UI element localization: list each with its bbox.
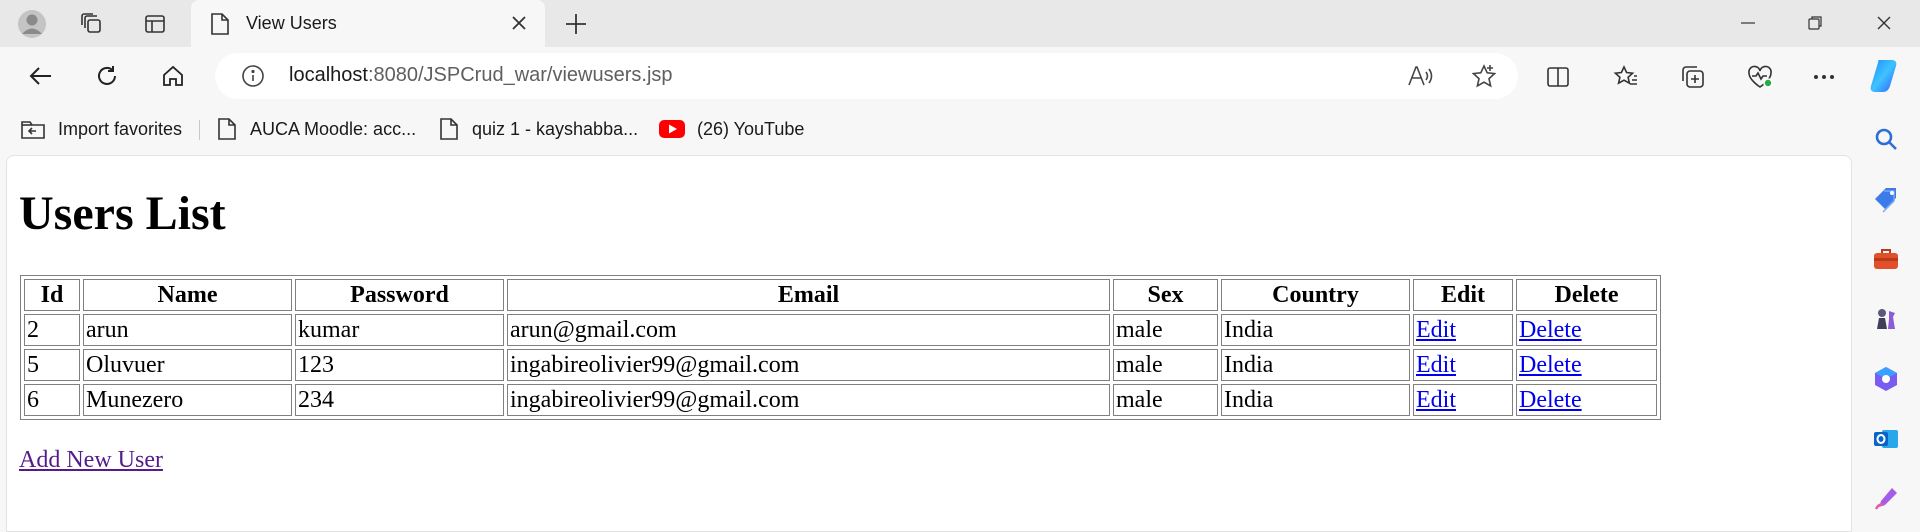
- copilot-icon[interactable]: [1866, 56, 1906, 96]
- cell-id: 2: [24, 314, 80, 346]
- column-header-country: Country: [1221, 279, 1410, 311]
- refresh-icon[interactable]: [88, 57, 126, 95]
- tools-briefcase-icon[interactable]: [1870, 243, 1902, 275]
- page-icon: [440, 118, 458, 140]
- bookmark-import-favorites[interactable]: Import favorites: [20, 114, 182, 144]
- home-icon[interactable]: [154, 57, 192, 95]
- cell-name: Oluvuer: [83, 349, 292, 381]
- delete-link[interactable]: Delete: [1519, 352, 1582, 378]
- cell-id: 5: [24, 349, 80, 381]
- edit-link[interactable]: Edit: [1416, 387, 1456, 413]
- column-header-email: Email: [507, 279, 1110, 311]
- column-header-name: Name: [83, 279, 292, 311]
- favorites-bar: Import favorites AUCA Moodle: acc... qui…: [0, 105, 1920, 152]
- vertical-tabs-icon[interactable]: [137, 6, 173, 42]
- bookmark-label: (26) YouTube: [697, 118, 805, 139]
- microsoft-365-icon[interactable]: [1870, 363, 1902, 395]
- bookmark-quiz-1[interactable]: quiz 1 - kayshabba...: [438, 114, 638, 144]
- bookmark-label: quiz 1 - kayshabba...: [472, 118, 639, 139]
- cell-delete: Delete: [1516, 349, 1657, 381]
- column-header-id: Id: [24, 279, 80, 311]
- page-icon: [218, 118, 236, 140]
- browser-essentials-icon[interactable]: [1746, 64, 1774, 90]
- bookmark-separator: [199, 120, 200, 140]
- cell-sex: male: [1113, 384, 1218, 416]
- cell-sex: male: [1113, 314, 1218, 346]
- bookmark-auca-moodle[interactable]: AUCA Moodle: acc...: [216, 114, 416, 144]
- cell-name: arun: [83, 314, 292, 346]
- cell-email: arun@gmail.com: [507, 314, 1110, 346]
- page-icon: [211, 13, 229, 35]
- table-header-row: Id Name Password Email Sex Country Edit …: [24, 279, 1657, 311]
- delete-link[interactable]: Delete: [1519, 317, 1582, 343]
- page-viewport: Users List Id Name Password Email Sex Co…: [6, 155, 1852, 532]
- folder-icon: [21, 121, 45, 139]
- cell-password: kumar: [295, 314, 504, 346]
- cell-edit: Edit: [1413, 314, 1513, 346]
- favorites-icon[interactable]: [1613, 64, 1639, 90]
- tab-view-users[interactable]: View Users: [191, 0, 545, 47]
- search-icon[interactable]: [1870, 123, 1902, 155]
- cell-email: ingabireolivier99@gmail.com: [507, 384, 1110, 416]
- workspaces-icon[interactable]: [74, 6, 110, 42]
- designer-icon[interactable]: [1870, 483, 1902, 515]
- bookmark-youtube[interactable]: (26) YouTube: [659, 114, 804, 144]
- page-title: Users List: [19, 187, 226, 240]
- tab-title: View Users: [246, 13, 337, 33]
- cell-delete: Delete: [1516, 384, 1657, 416]
- back-icon[interactable]: [22, 57, 60, 95]
- cell-sex: male: [1113, 349, 1218, 381]
- cell-edit: Edit: [1413, 384, 1513, 416]
- cell-country: India: [1221, 314, 1410, 346]
- add-new-user-link[interactable]: Add New User: [19, 447, 163, 474]
- edit-link[interactable]: Edit: [1416, 352, 1456, 378]
- column-header-edit: Edit: [1413, 279, 1513, 311]
- shopping-tag-icon[interactable]: [1870, 183, 1902, 215]
- cell-password: 123: [295, 349, 504, 381]
- address-bar[interactable]: localhost:8080/JSPCrud_war/viewusers.jsp: [215, 53, 1518, 99]
- url-host: localhost: [289, 64, 368, 86]
- table-row: 6 Munezero 234 ingabireolivier99@gmail.c…: [24, 384, 1657, 416]
- new-tab-icon[interactable]: [560, 9, 592, 39]
- table-row: 5 Oluvuer 123 ingabireolivier99@gmail.co…: [24, 349, 1657, 381]
- tab-strip: View Users: [0, 0, 1920, 47]
- column-header-password: Password: [295, 279, 504, 311]
- youtube-icon: [659, 120, 685, 138]
- bookmark-label: AUCA Moodle: acc...: [250, 118, 417, 139]
- cell-edit: Edit: [1413, 349, 1513, 381]
- minimize-icon[interactable]: [1730, 8, 1766, 38]
- cell-id: 6: [24, 384, 80, 416]
- add-favorite-star-icon[interactable]: [1471, 64, 1497, 88]
- navigation-toolbar: localhost:8080/JSPCrud_war/viewusers.jsp: [0, 47, 1920, 105]
- url-text[interactable]: localhost:8080/JSPCrud_war/viewusers.jsp: [289, 64, 673, 87]
- delete-link[interactable]: Delete: [1519, 387, 1582, 413]
- edit-link[interactable]: Edit: [1416, 317, 1456, 343]
- cell-delete: Delete: [1516, 314, 1657, 346]
- outlook-icon[interactable]: [1870, 423, 1902, 455]
- column-header-sex: Sex: [1113, 279, 1218, 311]
- collections-icon[interactable]: [1680, 64, 1706, 90]
- cell-email: ingabireolivier99@gmail.com: [507, 349, 1110, 381]
- split-screen-icon[interactable]: [1545, 64, 1571, 90]
- column-header-delete: Delete: [1516, 279, 1657, 311]
- users-table: Id Name Password Email Sex Country Edit …: [20, 275, 1661, 420]
- more-options-icon[interactable]: [1811, 64, 1837, 90]
- profile-avatar-icon[interactable]: [14, 6, 50, 42]
- cell-password: 234: [295, 384, 504, 416]
- cell-country: India: [1221, 384, 1410, 416]
- read-aloud-icon[interactable]: [1407, 64, 1433, 88]
- url-path: :8080/JSPCrud_war/viewusers.jsp: [367, 64, 673, 86]
- games-chess-icon[interactable]: [1870, 303, 1902, 335]
- cell-country: India: [1221, 349, 1410, 381]
- table-row: 2 arun kumar arun@gmail.com male India E…: [24, 314, 1657, 346]
- close-window-icon[interactable]: [1866, 8, 1902, 38]
- cell-name: Munezero: [83, 384, 292, 416]
- bookmark-label: Import favorites: [58, 118, 183, 139]
- close-tab-icon[interactable]: [507, 11, 531, 35]
- restore-icon[interactable]: [1797, 8, 1833, 38]
- edge-sidebar: [1852, 105, 1920, 532]
- site-info-icon[interactable]: [241, 64, 265, 88]
